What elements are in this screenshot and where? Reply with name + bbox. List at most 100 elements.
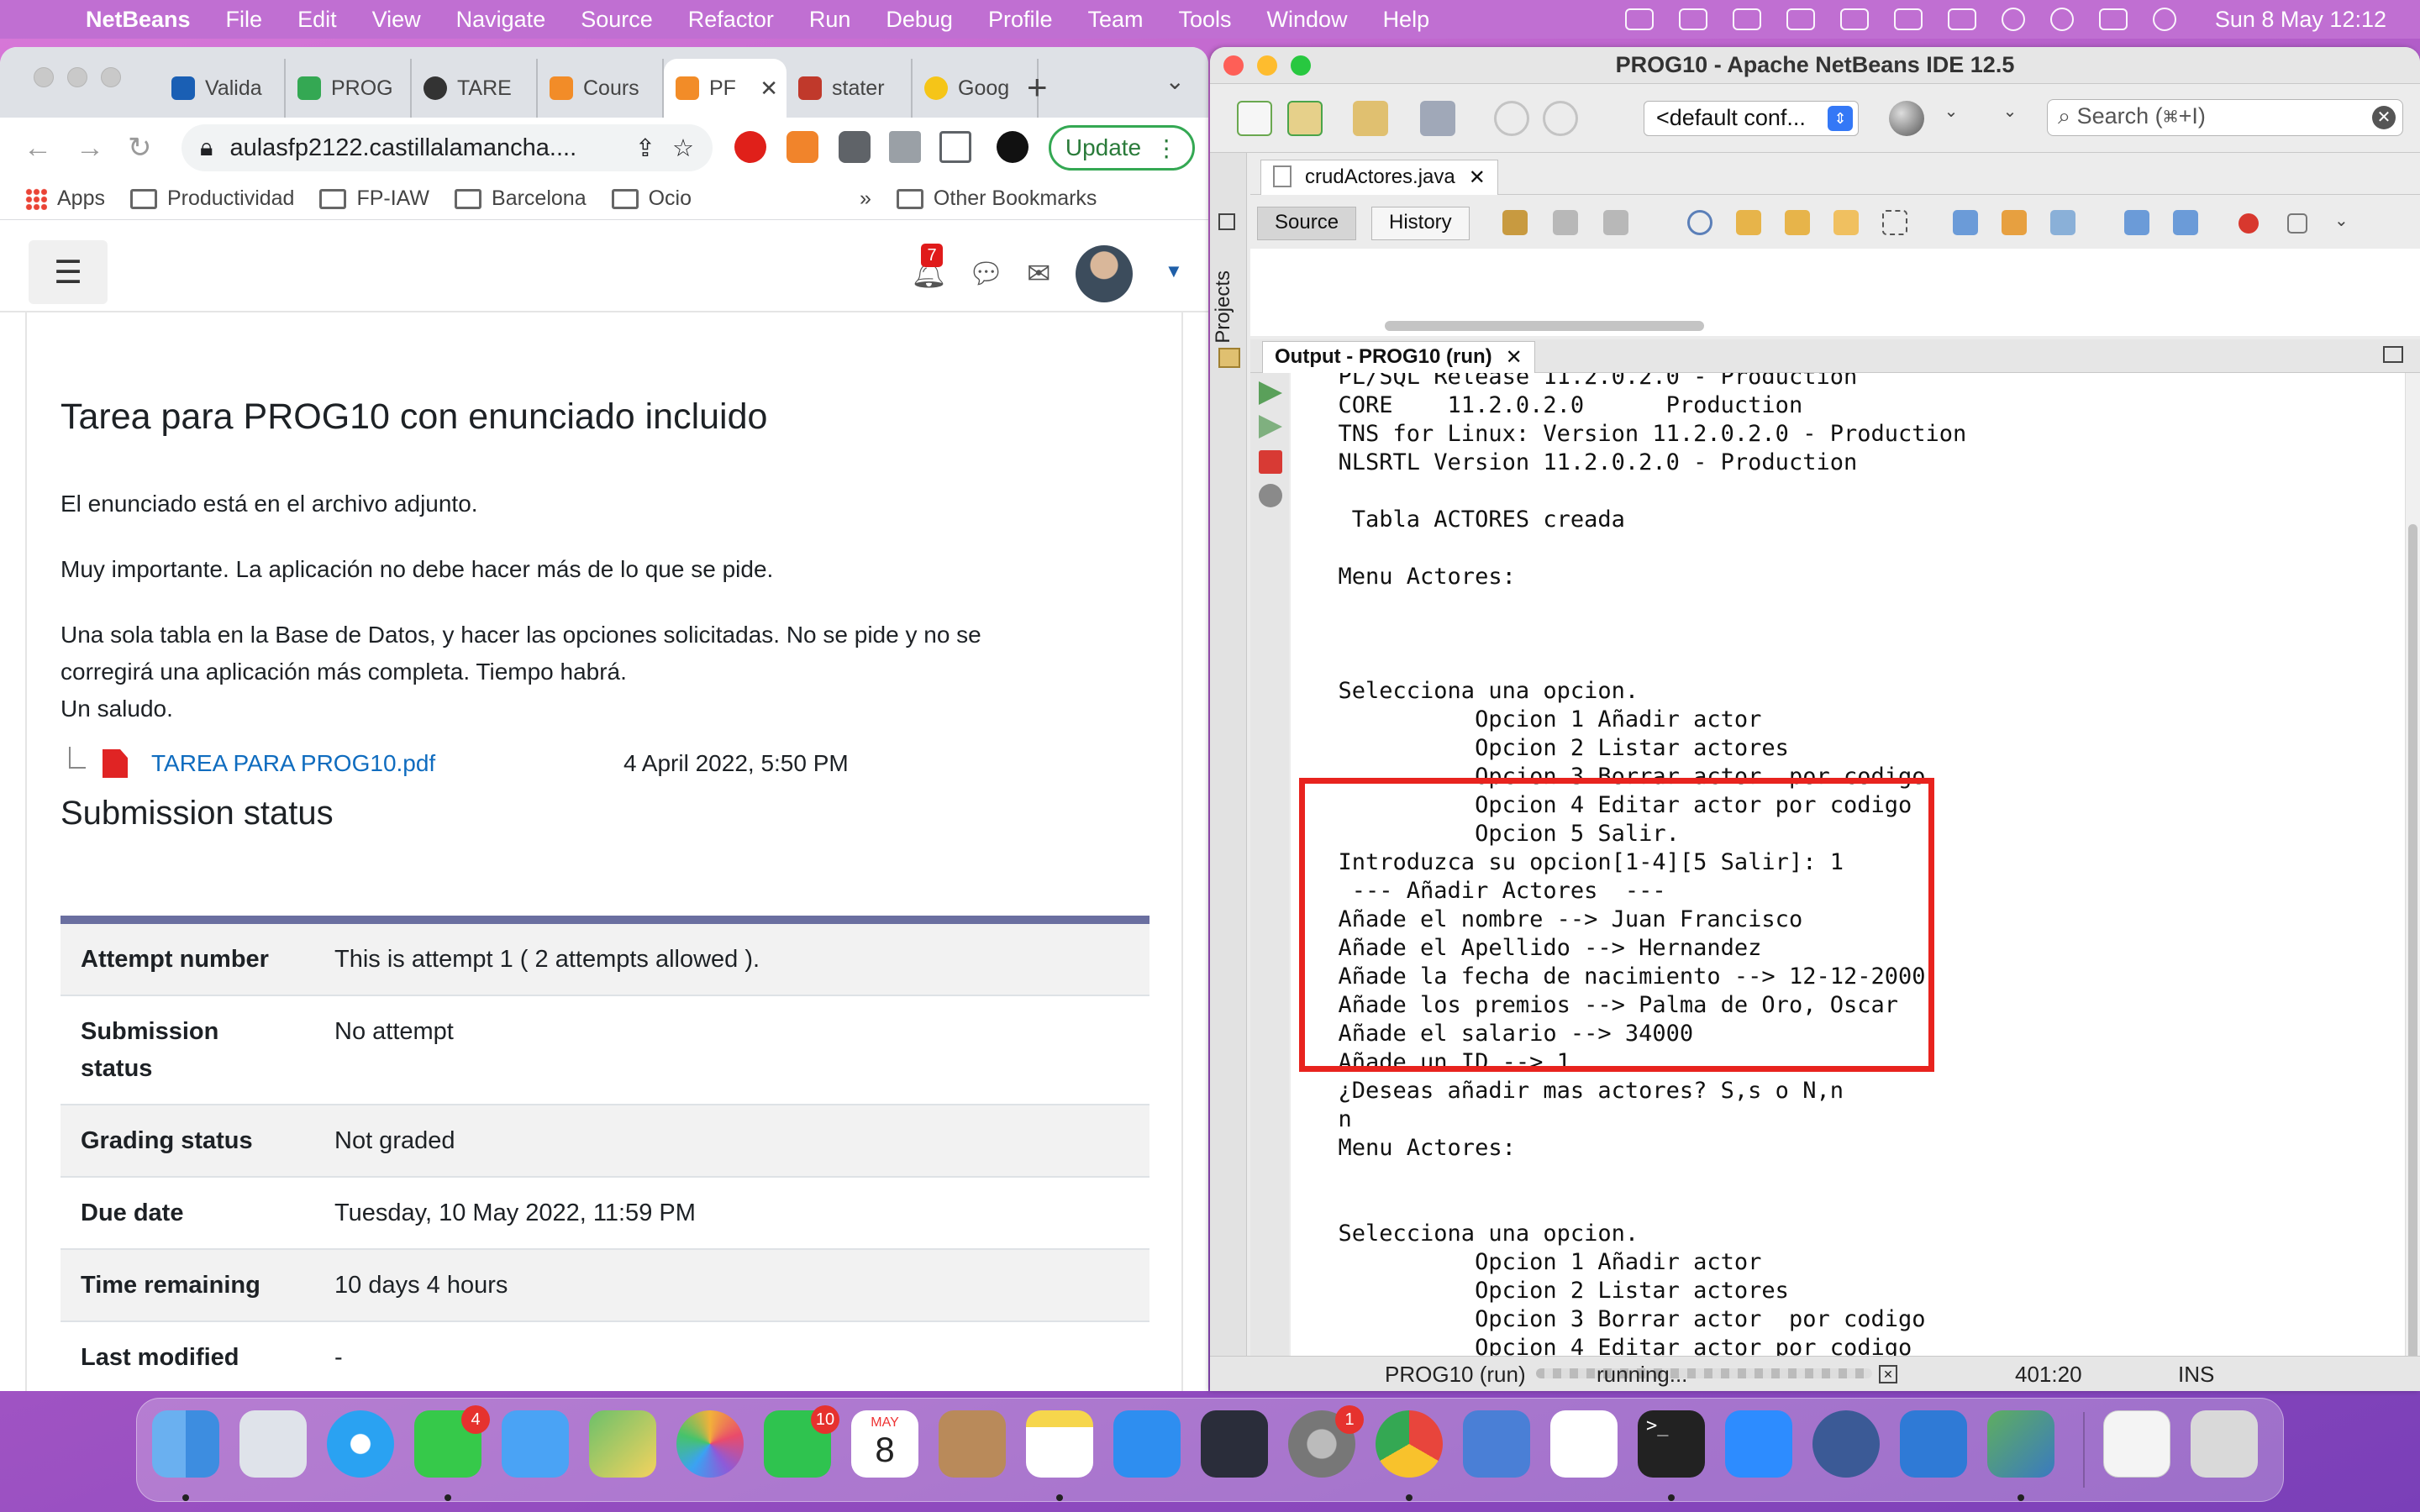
toggle-selection-icon[interactable]	[1882, 210, 1907, 235]
find-next-icon[interactable]	[1785, 210, 1810, 235]
dock-trash-icon[interactable]	[2191, 1410, 2258, 1478]
user-menu-caret-icon[interactable]: ▼	[1165, 260, 1183, 282]
bookmark-star-icon[interactable]: ☆	[672, 134, 694, 163]
toolbar-overflow-icon[interactable]: ⌄	[2000, 101, 2020, 136]
forward-icon[interactable]	[1603, 210, 1628, 235]
browser-tab[interactable]: Valida	[160, 59, 286, 118]
bookmark-folder[interactable]: Ocio	[611, 186, 692, 211]
dock-document-icon[interactable]	[2103, 1410, 2170, 1478]
browser-globe-icon[interactable]	[1889, 101, 1924, 136]
side-panel-icon[interactable]	[939, 131, 971, 163]
previous-bookmark-icon[interactable]	[1953, 210, 1978, 235]
menu-file[interactable]: File	[226, 7, 263, 33]
dock-finder-icon[interactable]	[152, 1410, 219, 1478]
last-edit-icon[interactable]	[1502, 210, 1528, 235]
control-center-icon[interactable]	[2098, 8, 2128, 30]
dock-launchpad-icon[interactable]	[239, 1410, 307, 1478]
settings-icon[interactable]	[1259, 484, 1282, 507]
bookmarks-overflow-button[interactable]: »	[860, 186, 871, 211]
siri-icon[interactable]	[2152, 8, 2176, 31]
other-bookmarks[interactable]: Other Bookmarks	[896, 186, 1097, 211]
address-bar[interactable]: 🔒︎ aulasfp2122.castillalamancha.... ⇪ ☆	[182, 124, 713, 171]
start-macro-icon[interactable]	[2238, 213, 2259, 234]
mail-envelope-icon[interactable]: ✉	[1027, 257, 1051, 291]
metamask-extension-icon[interactable]	[786, 131, 818, 163]
dock-zoom-icon[interactable]	[1725, 1410, 1792, 1478]
dock-mail-icon[interactable]	[502, 1410, 569, 1478]
dock-calendar-icon[interactable]: MAY 8	[851, 1410, 918, 1478]
browser-tab[interactable]: TARE	[412, 59, 538, 118]
dock-vscode-icon[interactable]	[1900, 1410, 1967, 1478]
menubar-clock[interactable]: Sun 8 May 12:12	[2215, 7, 2386, 33]
menu-profile[interactable]: Profile	[988, 7, 1053, 33]
menu-tools[interactable]: Tools	[1179, 7, 1232, 33]
tab-search-icon[interactable]: ⌄	[1165, 67, 1185, 95]
dock-messages-icon[interactable]: 4	[414, 1405, 490, 1478]
history-tab[interactable]: History	[1371, 207, 1470, 240]
tab-close-icon[interactable]: ✕	[760, 76, 778, 102]
editor-tab[interactable]: crudActores.java ✕	[1260, 160, 1498, 195]
browser-tab[interactable]: Cours	[538, 59, 664, 118]
save-all-icon[interactable]	[1420, 101, 1455, 136]
spotlight-search-icon[interactable]	[2049, 8, 2074, 31]
configuration-select[interactable]: <default conf... ⇕	[1644, 101, 1859, 136]
docker-icon[interactable]	[1678, 8, 1707, 30]
dock-safari-icon[interactable]	[327, 1410, 394, 1478]
input-source-icon[interactable]	[1839, 8, 1869, 30]
attachment-link[interactable]: TAREA PARA PROG10.pdf	[151, 750, 435, 777]
output-tab[interactable]: Output - PROG10 (run) ✕	[1262, 341, 1535, 373]
toolbar-chevron-icon[interactable]: ⌄	[2334, 210, 2351, 235]
find-previous-icon[interactable]	[1736, 210, 1761, 235]
dropdown-chevron-icon[interactable]: ⌄	[1941, 101, 1961, 136]
profile-avatar-icon[interactable]	[997, 131, 1028, 163]
menu-edit[interactable]: Edit	[297, 7, 337, 33]
new-file-icon[interactable]	[1237, 101, 1272, 136]
stop-macro-icon[interactable]	[2287, 213, 2307, 234]
dock-terminal-icon[interactable]: >_	[1638, 1410, 1705, 1478]
extensions-puzzle-icon[interactable]	[839, 131, 871, 163]
find-icon[interactable]	[1687, 210, 1712, 235]
dock-screens-icon[interactable]	[1463, 1410, 1530, 1478]
next-bookmark-icon[interactable]	[2002, 210, 2027, 235]
dock-nordvpn-icon[interactable]	[1201, 1410, 1268, 1478]
toggle-bookmark-icon[interactable]	[2050, 210, 2075, 235]
cancel-task-icon[interactable]: ✕	[1879, 1365, 1897, 1383]
dock-app-store-icon[interactable]	[1113, 1410, 1181, 1478]
dock-photos-icon[interactable]	[676, 1410, 744, 1478]
minimize-panel-icon[interactable]	[2383, 346, 2403, 363]
bookmark-apps[interactable]: Apps	[25, 186, 105, 211]
close-window-button[interactable]	[34, 67, 54, 87]
volume-icon[interactable]	[1893, 8, 1923, 30]
projects-tab[interactable]: Projects	[1212, 270, 1235, 344]
back-icon[interactable]	[1553, 210, 1578, 235]
adblock-extension-icon[interactable]	[734, 131, 766, 163]
open-project-icon[interactable]	[1353, 101, 1388, 136]
update-button[interactable]: Update ⋮	[1049, 125, 1195, 171]
screen-record-icon[interactable]	[1624, 8, 1654, 30]
browser-tab-active[interactable]: PF ✕	[664, 59, 786, 118]
forward-arrow-icon[interactable]: →	[76, 132, 104, 165]
output-tab-close-icon[interactable]: ✕	[1506, 345, 1523, 370]
dock-slack-icon[interactable]	[1550, 1410, 1618, 1478]
menu-refactor[interactable]: Refactor	[688, 7, 774, 33]
dock-system-preferences-icon[interactable]: 1	[1288, 1405, 1364, 1478]
shift-right-icon[interactable]	[2173, 210, 2198, 235]
zoom-window-button[interactable]	[101, 67, 121, 87]
rerun-with-params-icon[interactable]	[1259, 415, 1282, 438]
dock-facetime-icon[interactable]: 10	[764, 1405, 839, 1478]
dock-chrome-icon[interactable]	[1376, 1410, 1443, 1478]
share-icon[interactable]: ⇪	[635, 134, 655, 163]
shift-left-icon[interactable]	[2124, 210, 2149, 235]
bookmark-folder[interactable]: Productividad	[129, 186, 294, 211]
horizontal-scrollbar[interactable]	[1385, 321, 1704, 331]
rerun-icon[interactable]	[1259, 381, 1282, 405]
battery-icon[interactable]	[1947, 8, 1976, 30]
dock-notes-icon[interactable]	[1026, 1410, 1093, 1478]
stop-icon[interactable]	[1259, 450, 1282, 474]
minimize-window-button[interactable]	[67, 67, 87, 87]
menu-window[interactable]: Window	[1267, 7, 1348, 33]
ide-search-input[interactable]: ⌕ Search (⌘+I) ✕	[2047, 99, 2403, 136]
toggle-highlight-icon[interactable]	[1833, 210, 1859, 235]
reload-icon[interactable]: ↻	[128, 131, 152, 165]
address-url[interactable]: aulasfp2122.castillalamancha....	[229, 134, 618, 162]
